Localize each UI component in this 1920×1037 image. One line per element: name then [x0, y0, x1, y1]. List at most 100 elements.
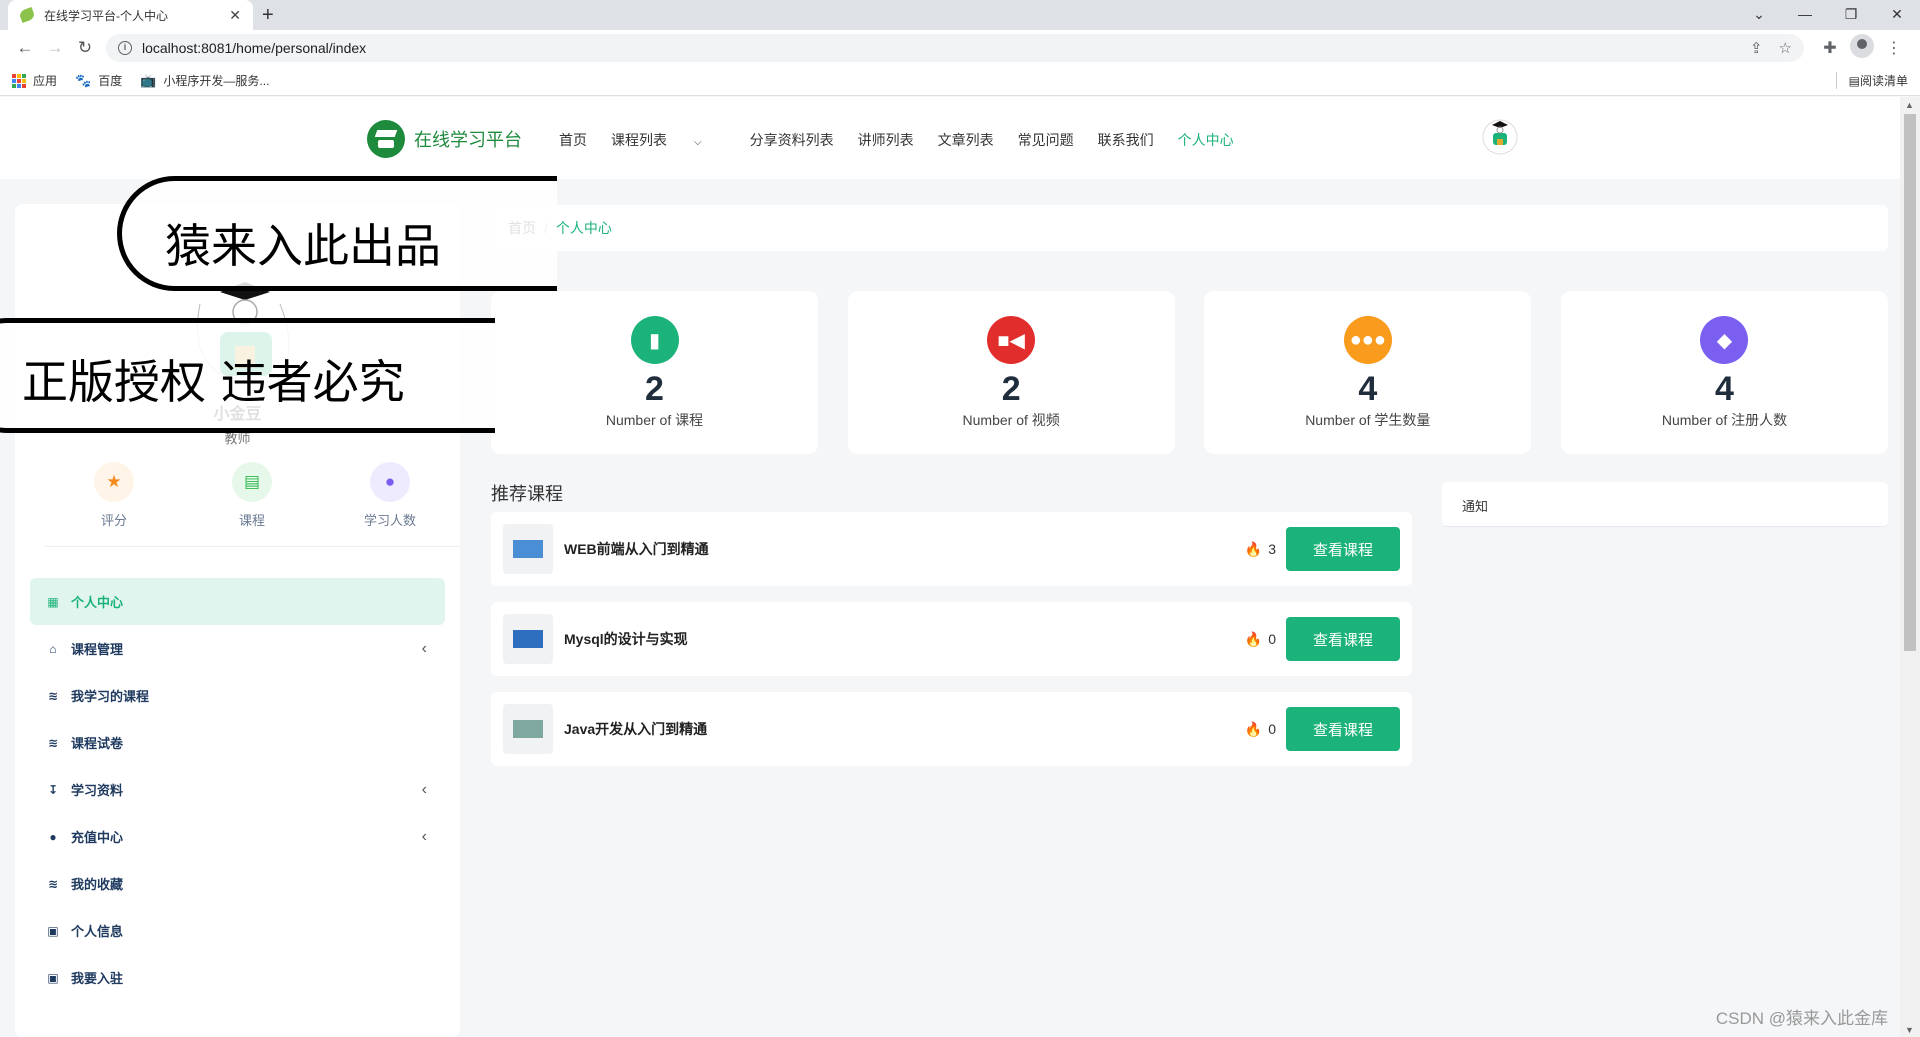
- reading-list-button[interactable]: ▤ 阅读清单: [1835, 72, 1908, 89]
- id-card-icon: ▣: [47, 923, 59, 938]
- nav-personal-center[interactable]: 个人中心: [1178, 130, 1234, 150]
- sidebar-item-personal-center[interactable]: ▦ 个人中心: [30, 578, 445, 625]
- scroll-down-arrow-icon[interactable]: ▼: [1905, 1025, 1914, 1035]
- grid-icon: ▦: [47, 594, 59, 609]
- sidebar-item-label: 我学习的课程: [71, 689, 150, 704]
- chevron-left-icon: ‹: [421, 639, 427, 657]
- scrollbar-thumb[interactable]: [1904, 114, 1916, 651]
- address-bar[interactable]: i localhost:8081/home/personal/index ⇪ ☆: [106, 34, 1804, 62]
- nav-courses[interactable]: 课程列表 ⌵: [611, 130, 726, 150]
- stat-card-courses: ▮ 2 Number of 课程: [491, 291, 818, 454]
- profile-avatar-button[interactable]: [1846, 33, 1878, 63]
- user-avatar[interactable]: [1478, 115, 1522, 159]
- nav-home[interactable]: 首页: [559, 130, 587, 150]
- course-thumbnail[interactable]: [503, 704, 553, 754]
- course-thumbnail[interactable]: [503, 614, 553, 664]
- scroll-up-arrow-icon[interactable]: ▲: [1905, 100, 1914, 110]
- reload-button[interactable]: ↻: [70, 38, 100, 58]
- sidebar-item-my-courses[interactable]: ≋ 我学习的课程: [30, 672, 445, 719]
- bookmark-baidu[interactable]: 🐾 百度: [75, 72, 122, 89]
- sidebar-item-profile-info[interactable]: ▣ 个人信息: [30, 907, 445, 954]
- stat-learners[interactable]: ● 学习人数: [321, 462, 459, 529]
- bookmark-label: 应用: [33, 74, 58, 88]
- diamond-icon: ◆: [1700, 316, 1749, 364]
- sidebar-item-course-management[interactable]: ⌂ 课程管理 ‹: [30, 625, 445, 672]
- site-info-icon[interactable]: i: [118, 41, 132, 55]
- recommended-title: 推荐课程: [491, 484, 563, 504]
- document-icon: ▤: [232, 462, 272, 502]
- course-name[interactable]: Mysql的设计与实现: [564, 629, 1245, 649]
- bookmarks-bar: 应用 🐾 百度 📺 小程序开发—服务... ▤ 阅读清单: [0, 66, 1920, 96]
- new-tab-button[interactable]: +: [262, 4, 274, 27]
- bookmark-label: 小程序开发—服务...: [163, 74, 270, 88]
- watermark-text: 猿来入此出品: [165, 219, 441, 273]
- sidebar-item-materials[interactable]: ↧ 学习资料 ‹: [30, 766, 445, 813]
- nav-courses-label: 课程列表: [611, 132, 667, 148]
- stat-rating[interactable]: ★ 评分: [45, 462, 183, 529]
- nav-faq[interactable]: 常见问题: [1018, 130, 1074, 150]
- sidebar-item-label: 充值中心: [71, 830, 124, 845]
- users-group-icon: ●●●: [1343, 316, 1392, 364]
- chevron-left-icon: ‹: [421, 827, 427, 845]
- course-hot-count: 0: [1268, 631, 1276, 647]
- sidebar-item-course-exams[interactable]: ≋ 课程试卷: [30, 719, 445, 766]
- url-text[interactable]: localhost:8081/home/personal/index: [142, 40, 366, 56]
- restore-button[interactable]: ❐: [1828, 0, 1874, 30]
- more-menu-icon[interactable]: ⋮: [1878, 38, 1910, 58]
- download-arrow-icon: ↧: [47, 782, 59, 797]
- fire-icon: 🔥: [1244, 540, 1263, 557]
- browser-tab[interactable]: 在线学习平台-个人中心 ✕: [8, 0, 253, 30]
- course-row: WEB前端从入门到精通 🔥 3 查看课程: [491, 512, 1412, 586]
- bookmark-star-icon[interactable]: ☆: [1779, 39, 1792, 57]
- nav-contact[interactable]: 联系我们: [1098, 130, 1154, 150]
- sidebar-item-label: 课程试卷: [71, 736, 124, 751]
- breadcrumb-current: 个人中心: [555, 220, 612, 236]
- nav-articles[interactable]: 文章列表: [938, 130, 994, 150]
- stat-value: 4: [1715, 370, 1734, 408]
- sidebar-item-apply-join[interactable]: ▣ 我要入驻: [30, 954, 445, 1001]
- course-name[interactable]: Java开发从入门到精通: [564, 719, 1245, 739]
- view-course-button[interactable]: 查看课程: [1286, 707, 1400, 751]
- view-course-button[interactable]: 查看课程: [1286, 527, 1400, 571]
- close-tab-icon[interactable]: ✕: [229, 7, 241, 24]
- forward-button[interactable]: →: [40, 38, 70, 58]
- back-button[interactable]: ←: [10, 38, 40, 58]
- bilibili-tv-icon: 📺: [140, 72, 157, 88]
- view-course-button[interactable]: 查看课程: [1286, 617, 1400, 661]
- nav-lecturers[interactable]: 讲师列表: [858, 130, 914, 150]
- fire-icon: 🔥: [1244, 720, 1263, 737]
- course-name[interactable]: WEB前端从入门到精通: [564, 539, 1245, 559]
- bookmark-miniprogram[interactable]: 📺 小程序开发—服务...: [140, 72, 269, 89]
- minimize-button[interactable]: —: [1782, 0, 1828, 30]
- id-card-icon: ▣: [47, 970, 59, 985]
- stat-courses[interactable]: ▤ 课程: [183, 462, 321, 529]
- extensions-puzzle-icon[interactable]: ✚: [1814, 38, 1846, 58]
- sidebar-item-favorites[interactable]: ≋ 我的收藏: [30, 860, 445, 907]
- tab-search-icon[interactable]: ⌄: [1736, 0, 1782, 30]
- address-toolbar: ← → ↻ i localhost:8081/home/personal/ind…: [0, 30, 1920, 66]
- sidebar-item-label: 课程管理: [71, 642, 124, 657]
- stat-value: 2: [1001, 370, 1021, 408]
- nav-shared-materials[interactable]: 分享资料列表: [750, 130, 834, 150]
- page-scrollbar[interactable]: ▲ ▼: [1900, 97, 1920, 1037]
- stat-card-videos: ■◀ 2 Number of 视频: [847, 291, 1175, 454]
- course-row: Java开发从入门到精通 🔥 0 查看课程: [491, 692, 1412, 766]
- user-icon: ●: [49, 829, 57, 844]
- share-icon[interactable]: ⇪: [1750, 39, 1763, 57]
- fire-icon: 🔥: [1244, 630, 1263, 647]
- sidebar-item-recharge[interactable]: ● 充值中心 ‹: [30, 813, 445, 860]
- bookmark-apps[interactable]: 应用: [12, 72, 57, 89]
- sidebar-item-label: 个人中心: [71, 595, 124, 610]
- stat-label: 学习人数: [363, 513, 416, 528]
- course-thumbnail[interactable]: [503, 524, 553, 574]
- stat-label: Number of 学生数量: [1305, 412, 1431, 428]
- course-hot-count: 3: [1268, 541, 1276, 557]
- user-icon: ●: [370, 462, 410, 502]
- browser-tab-strip: 在线学习平台-个人中心 ✕ + ⌄ — ❐ ✕: [0, 0, 1920, 30]
- video-camera-icon: ■◀: [987, 316, 1036, 364]
- stat-value: 4: [1358, 370, 1378, 408]
- close-window-button[interactable]: ✕: [1874, 0, 1920, 30]
- sidebar-item-label: 我要入驻: [71, 971, 124, 986]
- site-logo[interactable]: 在线学习平台: [367, 120, 522, 158]
- layers-icon: ≋: [47, 735, 59, 750]
